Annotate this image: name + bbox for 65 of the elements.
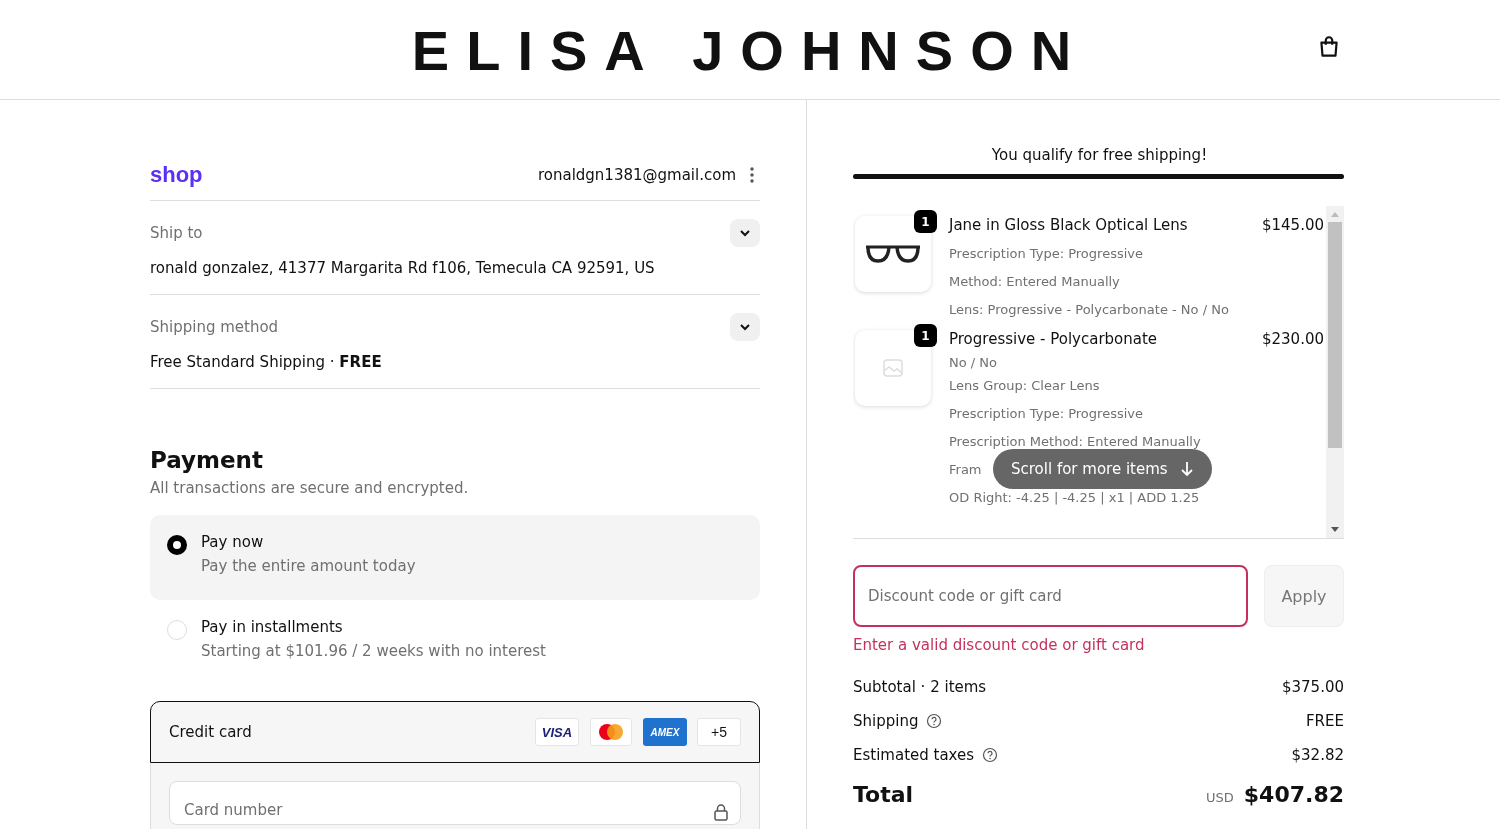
discount-code-field[interactable]: Discount code or gift card bbox=[853, 565, 1248, 627]
mastercard-logo bbox=[589, 718, 633, 746]
product-price: $230.00 bbox=[1261, 330, 1325, 348]
option-label: Pay in installments bbox=[201, 618, 344, 636]
total-label: Total bbox=[853, 782, 914, 807]
summary-label: Shipping bbox=[853, 712, 919, 730]
lock-icon bbox=[713, 803, 729, 821]
credit-card-label: Credit card bbox=[169, 723, 252, 741]
expand-button[interactable] bbox=[730, 313, 760, 341]
section-label: Ship to bbox=[150, 224, 203, 242]
product-detail: Lens: Progressive - Polycarbonate - No / No bbox=[949, 301, 1229, 318]
product-name: Jane in Gloss Black Optical Lens bbox=[949, 216, 1188, 234]
product-detail: Prescription Type: Progressive bbox=[949, 405, 1143, 422]
currency-code: USD bbox=[1206, 790, 1234, 805]
product-name: Progressive - Polycarbonate bbox=[949, 330, 1158, 348]
summary-value: FREE bbox=[1306, 712, 1344, 730]
summary-value: $32.82 bbox=[1291, 746, 1344, 764]
summary-label: Subtotal · 2 items bbox=[853, 678, 987, 696]
quantity-badge: 1 bbox=[914, 324, 937, 347]
radio-button[interactable] bbox=[167, 535, 187, 555]
amex-logo: AMEX bbox=[643, 718, 687, 746]
chevron-down-icon bbox=[739, 229, 751, 237]
total-amount: $407.82 bbox=[1243, 782, 1344, 807]
card-number-field[interactable]: Card number bbox=[169, 781, 741, 825]
more-brands-badge: +5 bbox=[697, 718, 741, 746]
product-detail: OD Right: -4.25 | -4.25 | x1 | ADD 1.25 bbox=[949, 489, 1200, 506]
product-detail: Fram bbox=[949, 461, 982, 478]
shop-logo: shop bbox=[150, 162, 203, 188]
image-icon bbox=[883, 359, 903, 377]
free-shipping-message: You qualify for free shipping! bbox=[990, 146, 1209, 164]
more-options-icon[interactable] bbox=[750, 167, 754, 183]
payment-option[interactable]: Pay in installments Starting at $101.96 / 2 weeks with no interest bbox=[150, 600, 760, 685]
option-detail: Pay the entire amount today bbox=[201, 557, 416, 575]
account-email: ronaldgn1381@gmail.com bbox=[537, 166, 736, 184]
summary-label: Estimated taxes bbox=[853, 746, 975, 764]
option-label: Pay now bbox=[201, 533, 265, 551]
store-logo[interactable]: ELISA JOHNSON bbox=[411, 16, 1089, 83]
help-icon[interactable] bbox=[926, 713, 943, 729]
scrollbar[interactable] bbox=[1326, 206, 1344, 538]
chevron-down-icon bbox=[739, 323, 751, 331]
section-value: Free Standard Shipping · FREE bbox=[150, 353, 383, 371]
summary-value: $375.00 bbox=[1281, 678, 1344, 696]
help-icon[interactable] bbox=[982, 747, 999, 763]
arrow-down-icon bbox=[1179, 461, 1194, 477]
product-price: $145.00 bbox=[1261, 216, 1325, 234]
credit-card-header[interactable]: Credit card VISA AMEX +5 bbox=[150, 701, 760, 763]
visa-logo: VISA bbox=[535, 718, 579, 746]
payment-option-selected[interactable]: Pay now Pay the entire amount today bbox=[150, 515, 760, 600]
section-value: ronald gonzalez, 41377 Margarita Rd f106, Temecula CA 92591, US bbox=[150, 259, 656, 277]
payment-heading: Payment bbox=[150, 447, 264, 473]
scroll-for-more-button[interactable]: Scroll for more items bbox=[993, 449, 1212, 489]
expand-button[interactable] bbox=[730, 219, 760, 247]
section-label: Shipping method bbox=[150, 318, 279, 336]
scroll-down-icon[interactable] bbox=[1330, 526, 1340, 534]
option-detail: Starting at $101.96 / 2 weeks with no interest bbox=[201, 642, 546, 660]
product-detail: Lens Group: Clear Lens bbox=[949, 377, 1100, 394]
product-detail: No / No bbox=[949, 354, 997, 371]
quantity-badge: 1 bbox=[914, 210, 937, 233]
product-detail: Method: Entered Manually bbox=[949, 273, 1120, 290]
error-message: Enter a valid discount code or gift card bbox=[853, 636, 1146, 654]
apply-button[interactable]: Apply bbox=[1264, 565, 1344, 627]
product-detail: Prescription Method: Entered Manually bbox=[949, 433, 1201, 450]
product-detail: Prescription Type: Progressive bbox=[949, 245, 1143, 262]
payment-subtitle: All transactions are secure and encrypted. bbox=[150, 479, 470, 497]
glasses-icon bbox=[864, 243, 922, 265]
